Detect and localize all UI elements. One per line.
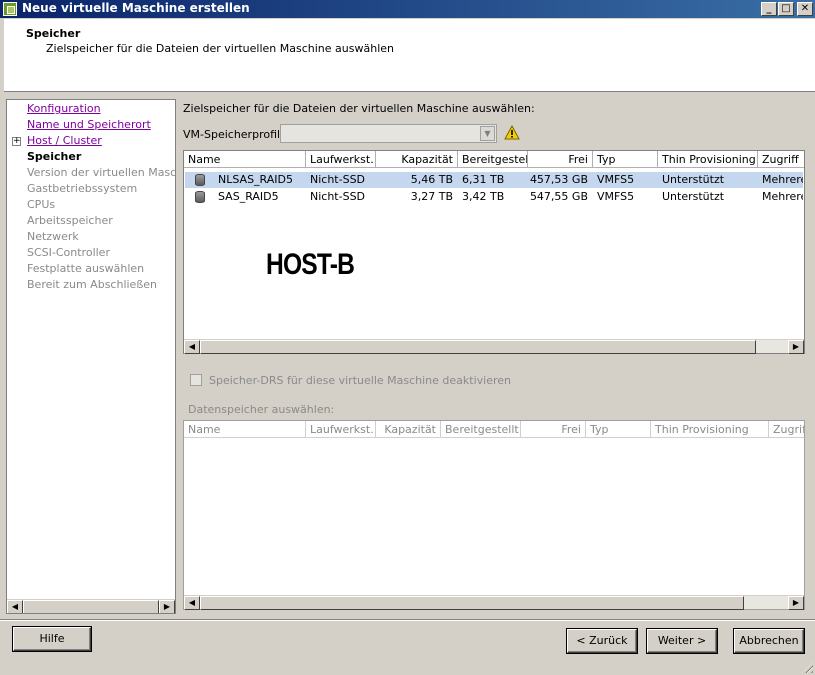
scroll-left-icon[interactable]: ◀	[7, 600, 23, 613]
page-title: Speicher	[26, 27, 81, 40]
cell-capacity: 3,27 TB	[410, 190, 453, 203]
nav-scrollbar[interactable]: ◀ ▶	[7, 599, 175, 613]
cell-type: VMFS5	[597, 190, 635, 203]
warning-icon	[504, 125, 520, 140]
table-row[interactable]: NLSAS_RAID5 Nicht-SSD 5,46 TB 6,31 TB 45…	[185, 172, 803, 188]
nav-item-netzwerk: Netzwerk	[27, 230, 79, 243]
vm-app-icon	[3, 2, 17, 16]
instruction-label: Zielspeicher für die Dateien der virtuel…	[183, 102, 535, 115]
nav-item-host-cluster[interactable]: Host / Cluster	[27, 134, 102, 147]
cell-type: VMFS5	[597, 173, 635, 186]
column-header-frei: Frei	[521, 421, 586, 438]
close-button[interactable]: ✕	[797, 2, 813, 16]
column-header-zugriff[interactable]: Zugriff	[758, 151, 804, 168]
nav-item-name-speicherort[interactable]: Name und Speicherort	[27, 118, 151, 131]
column-header-kapazitaet: Kapazität	[376, 421, 441, 438]
column-header-frei[interactable]: Frei	[528, 151, 593, 168]
nav-item-scsi-controller: SCSI-Controller	[27, 246, 110, 259]
column-header-kapazitaet[interactable]: Kapazität	[376, 151, 458, 168]
column-header-typ[interactable]: Typ	[593, 151, 658, 168]
help-button[interactable]: Hilfe	[13, 627, 91, 651]
second-scroll-thumb[interactable]	[200, 596, 744, 610]
column-header-bereitgestellt[interactable]: Bereitgestel...	[458, 151, 528, 168]
chevron-down-icon[interactable]: ▼	[480, 126, 495, 141]
second-table-scrollbar[interactable]: ◀ ▶	[184, 595, 804, 610]
column-header-zugriff: Zugriff	[769, 421, 804, 438]
cell-drive-type: Nicht-SSD	[310, 190, 366, 203]
nav-item-cpus: CPUs	[27, 198, 56, 211]
nav-item-bereit: Bereit zum Abschließen	[27, 278, 157, 291]
profile-combobox[interactable]: ▼	[280, 124, 497, 143]
datastore-icon	[195, 174, 205, 186]
nav-item-gastbetriebssystem: Gastbetriebssystem	[27, 182, 138, 195]
cell-drive-type: Nicht-SSD	[310, 173, 366, 186]
disabled-datastore-table: Name Laufwerkst... Kapazität Bereitgeste…	[183, 420, 805, 610]
resize-grip-icon[interactable]	[802, 662, 813, 673]
host-overlay-label: HOST-B	[266, 248, 355, 281]
nav-scroll-thumb[interactable]	[23, 600, 159, 613]
cell-thin-provisioning: Unterstützt	[662, 173, 725, 186]
cancel-button[interactable]: Abbrechen	[734, 629, 804, 653]
table-row[interactable]: SAS_RAID5 Nicht-SSD 3,27 TB 3,42 TB 547,…	[185, 189, 803, 205]
wizard-steps-nav: Konfiguration Name und Speicherort + Hos…	[6, 99, 176, 614]
minimize-button[interactable]: _	[761, 2, 777, 16]
scroll-right-icon[interactable]: ▶	[788, 340, 804, 354]
datastore-select-label: Datenspeicher auswählen:	[188, 403, 335, 416]
nav-item-vm-version: Version der virtuellen Maschine	[27, 166, 176, 179]
column-header-laufwerkstyp: Laufwerkst...	[306, 421, 376, 438]
cell-thin-provisioning: Unterstützt	[662, 190, 725, 203]
cell-free: 547,55 GB	[529, 190, 588, 203]
column-header-name[interactable]: Name	[184, 151, 306, 168]
nav-item-festplatte: Festplatte auswählen	[27, 262, 145, 275]
page-subtitle: Zielspeicher für die Dateien der virtuel…	[46, 42, 394, 55]
sdrs-checkbox-label: Speicher-DRS für diese virtuelle Maschin…	[209, 374, 511, 387]
next-button[interactable]: Weiter >	[647, 629, 717, 653]
nav-item-speicher: Speicher	[27, 150, 82, 163]
cell-access: Mehrere	[762, 173, 803, 186]
wizard-header: Speicher Zielspeicher für die Dateien de…	[4, 19, 815, 92]
nav-item-arbeitsspeicher: Arbeitsspeicher	[27, 214, 113, 227]
column-header-laufwerkstyp[interactable]: Laufwerkst...	[306, 151, 376, 168]
cell-provisioned: 6,31 TB	[462, 173, 505, 186]
scroll-left-icon[interactable]: ◀	[184, 596, 200, 610]
column-header-thin-provisioning[interactable]: Thin Provisioning	[658, 151, 758, 168]
footer-divider	[0, 619, 815, 621]
title-bar: Neue virtuelle Maschine erstellen _ □ ✕	[0, 0, 815, 18]
column-header-name: Name	[184, 421, 306, 438]
cell-provisioned: 3,42 TB	[462, 190, 505, 203]
window-title: Neue virtuelle Maschine erstellen	[22, 1, 250, 15]
cell-free: 457,53 GB	[529, 173, 588, 186]
expand-icon[interactable]: +	[12, 137, 21, 146]
datastore-table-scrollbar[interactable]: ◀ ▶	[184, 339, 804, 354]
nav-item-konfiguration[interactable]: Konfiguration	[27, 102, 101, 115]
cell-access: Mehrere	[762, 190, 803, 203]
sdrs-checkbox[interactable]	[190, 374, 202, 386]
maximize-button[interactable]: □	[778, 2, 794, 16]
datastore-icon	[195, 191, 205, 203]
column-header-bereitgestellt: Bereitgestellt	[441, 421, 521, 438]
column-header-typ: Typ	[586, 421, 651, 438]
scroll-left-icon[interactable]: ◀	[184, 340, 200, 354]
back-button[interactable]: < Zurück	[567, 629, 637, 653]
profile-label: VM-Speicherprofil:	[183, 128, 284, 141]
scroll-right-icon[interactable]: ▶	[788, 596, 804, 610]
column-header-thin-provisioning: Thin Provisioning	[651, 421, 769, 438]
cell-name: SAS_RAID5	[218, 190, 279, 203]
cell-capacity: 5,46 TB	[410, 173, 453, 186]
table-scroll-thumb[interactable]	[200, 340, 756, 354]
scroll-right-icon[interactable]: ▶	[159, 600, 175, 613]
cell-name: NLSAS_RAID5	[218, 173, 293, 186]
